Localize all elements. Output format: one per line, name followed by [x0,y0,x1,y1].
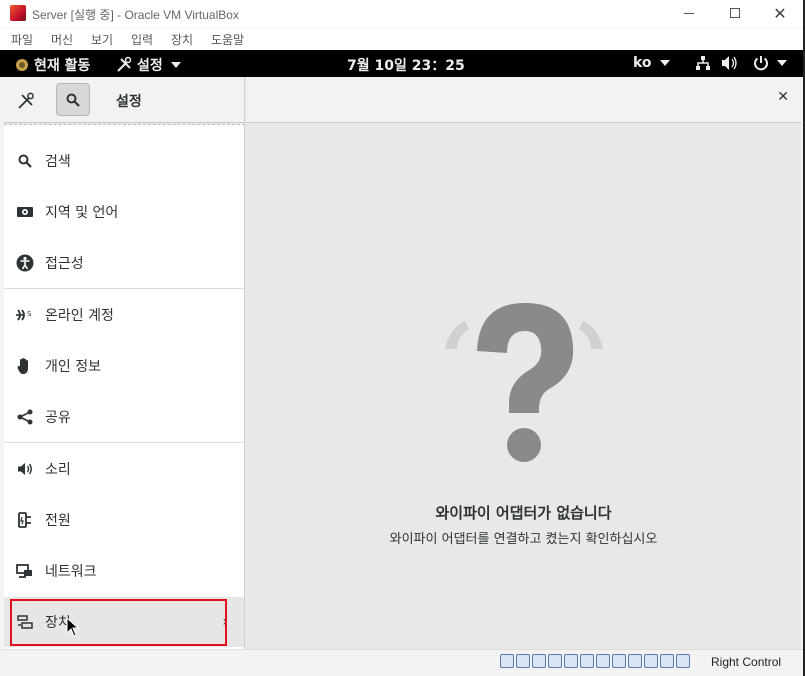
sidebar-item-power[interactable]: 전원 [4,495,244,545]
online-accounts-icon: S [16,306,34,324]
power-plug-icon [16,511,34,529]
chevron-down-icon [659,60,670,66]
sidebar-item-label: 검색 [45,154,71,170]
app-menu[interactable]: 설정 [115,55,181,75]
empty-state-subtitle: 와이파이 어댑터를 연결하고 켰는지 확인하십시오 [389,532,658,547]
menu-machine[interactable]: 머신 [51,31,73,48]
mouse-cursor-icon [66,617,80,637]
menu-view[interactable]: 보기 [91,31,113,48]
region-icon [16,203,34,221]
settings-title: 설정 [116,94,142,110]
sidebar-separator [4,442,244,443]
accessibility-icon [16,254,34,272]
svg-text:S: S [27,310,32,318]
sidebar-item-sharing[interactable]: 공유 [4,392,244,442]
maximize-button[interactable] [712,2,758,24]
tools-icon [18,92,34,109]
close-settings-button[interactable]: ✕ [777,89,789,105]
gnome-top-bar: 현재 활동 설정 7월 10일 23：25 ko [0,50,803,77]
search-icon [16,152,34,170]
system-status-menu[interactable] [695,55,787,71]
tools-icon [117,56,132,72]
usb-icon[interactable] [564,654,578,668]
settings-header-right: ✕ [246,77,801,123]
hard-disk-icon[interactable] [500,654,514,668]
host-key-arrow-icon [676,654,690,668]
sidebar-item-label: 공유 [45,410,71,426]
clock[interactable]: 7월 10일 23：25 [347,55,465,75]
status-icons [500,654,690,668]
minimize-icon [684,12,694,14]
optical-drive-icon[interactable] [516,654,530,668]
title-bar: Server [실행 중] - Oracle VM VirtualBox ✕ [0,0,803,27]
chevron-down-icon [170,62,181,68]
host-key-label: Right Control [711,655,782,669]
virtualbox-status-bar: Right Control [0,649,803,676]
network-adapter-icon[interactable] [548,654,562,668]
sidebar-item-label: 네트워크 [45,564,97,580]
menu-file[interactable]: 파일 [11,31,33,48]
sidebar-item-region-language[interactable]: 지역 및 언어 [4,187,244,237]
sidebar-separator [4,288,244,289]
sidebar-item-label: 온라인 계정 [45,308,114,324]
close-icon: ✕ [773,3,787,23]
chevron-down-icon [777,60,787,66]
mouse-integration-icon[interactable] [644,654,658,668]
maximize-icon [730,8,740,18]
search-toggle-button[interactable] [56,83,90,116]
language-label: ko [633,55,652,71]
sidebar-item-network[interactable]: 네트워크 [4,546,244,596]
sidebar-item-label: 개인 정보 [45,359,101,375]
speaker-icon [16,460,34,478]
volume-icon [722,56,737,70]
search-icon [66,93,80,107]
sidebar-item-accessibility[interactable]: 접근성 [4,238,244,288]
close-icon: ✕ [777,89,789,105]
virtualbox-window: Server [실행 중] - Oracle VM VirtualBox ✕ 파… [0,0,805,676]
cpu-icon[interactable] [628,654,642,668]
activities-button[interactable]: 현재 활동 [14,55,90,75]
settings-header-left: 설정 [4,77,245,123]
menu-devices[interactable]: 장치 [171,31,193,48]
virtualbox-app-icon [10,5,26,21]
share-icon [16,408,34,426]
audio-icon[interactable] [532,654,546,668]
empty-state-title: 와이파이 어댑터가 없습니다 [435,504,612,522]
sidebar-item-label: 접근성 [45,256,84,272]
sidebar-item-search[interactable]: 검색 [4,136,244,186]
close-window-button[interactable]: ✕ [757,2,803,24]
privacy-hand-icon [16,357,34,375]
power-icon [754,56,768,71]
language-selector[interactable]: ko [633,55,670,71]
network-wired-icon [696,56,710,70]
highlight-annotation-box [10,599,227,646]
activities-icon [16,59,28,71]
sidebar-item-label: 소리 [45,462,71,478]
network-icon [16,562,34,580]
settings-window: 설정 ✕ 검색 지역 및 언어 접근성 S 온라인 계정 개인 정보 공유 소리… [4,77,801,649]
display-icon[interactable] [596,654,610,668]
sidebar-item-label: 지역 및 언어 [45,205,119,221]
shared-folders-icon[interactable] [580,654,594,668]
minimize-button[interactable] [666,2,712,24]
recording-icon[interactable] [612,654,626,668]
menu-help[interactable]: 도움말 [211,31,244,48]
question-mark-icon [445,303,603,462]
wifi-panel: 와이파이 어댑터가 없습니다 와이파이 어댑터를 연결하고 켰는지 확인하십시오 [246,124,801,649]
activities-label: 현재 활동 [34,58,91,74]
sidebar-item-sound[interactable]: 소리 [4,444,244,494]
keyboard-icon[interactable] [660,654,674,668]
menu-input[interactable]: 입력 [131,31,153,48]
menu-bar: 파일 머신 보기 입력 장치 도움말 [0,28,803,50]
sidebar-item-online-accounts[interactable]: S 온라인 계정 [4,290,244,340]
settings-sidebar: 검색 지역 및 언어 접근성 S 온라인 계정 개인 정보 공유 소리 전원 네… [4,124,245,649]
window-title: Server [실행 중] - Oracle VM VirtualBox [32,8,239,22]
app-menu-label: 설정 [137,58,163,74]
sidebar-item-label: 전원 [45,513,71,529]
sidebar-item-privacy[interactable]: 개인 정보 [4,341,244,391]
